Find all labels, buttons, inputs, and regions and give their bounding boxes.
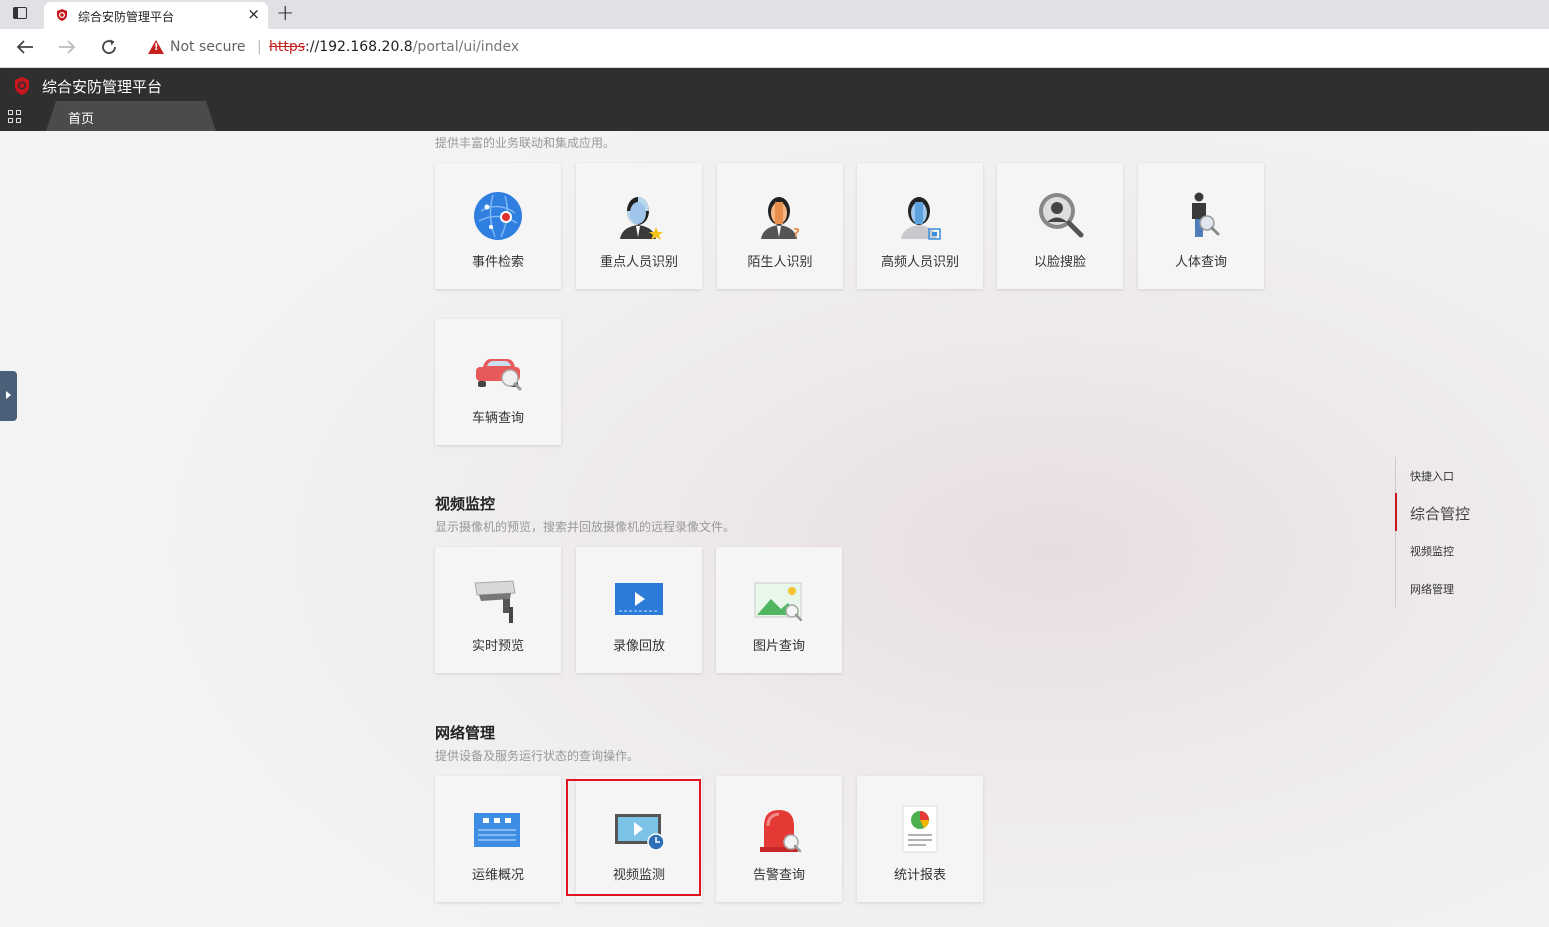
card-label: 以脸搜脸: [1033, 255, 1086, 270]
vehicle-search-icon: [476, 359, 522, 391]
url-host: ://192.168.20.8: [305, 39, 413, 55]
browser-tab[interactable]: 综合安防管理平台 ×: [44, 2, 268, 29]
card-event-search[interactable]: 事件检索: [435, 163, 561, 289]
camera-icon: [474, 580, 516, 623]
playback-icon: [615, 583, 663, 615]
new-tab-icon[interactable]: +: [276, 1, 294, 26]
section-video-desc: 显示摄像机的预览，搜索并回放摄像机的远程录像文件。: [435, 520, 736, 534]
picture-icon: [754, 582, 803, 622]
card-body-search[interactable]: 人体查询: [1138, 163, 1264, 289]
report-icon: [902, 805, 938, 853]
back-arrow-icon[interactable]: [16, 39, 34, 55]
section-integrated-desc: 提供丰富的业务联动和集成应用。: [435, 136, 616, 150]
app-menu-grid-icon[interactable]: [8, 110, 22, 124]
tab-search-icon[interactable]: [13, 7, 27, 19]
separator: |: [257, 39, 262, 55]
security-label[interactable]: Not secure: [170, 39, 246, 55]
svg-text:?: ?: [793, 226, 800, 240]
section-network-desc: 提供设备及服务运行状态的查询操作。: [435, 749, 640, 763]
card-picture-search[interactable]: 图片查询: [716, 547, 842, 673]
alarm-icon: [760, 810, 802, 853]
face-search-icon: [1039, 193, 1084, 238]
card-vehicle-search[interactable]: 车辆查询: [435, 319, 561, 445]
card-label: 统计报表: [893, 868, 946, 883]
app-logo-icon: [15, 77, 29, 95]
card-label: 实时预览: [471, 639, 524, 654]
quick-nav-network[interactable]: 网络管理: [1410, 581, 1454, 597]
frequent-person-icon: [901, 197, 941, 240]
app-title: 综合安防管理平台: [42, 78, 163, 96]
card-alarm-search[interactable]: 告警查询: [716, 776, 842, 902]
tab-home-label: 首页: [68, 112, 95, 127]
app-header: 综合安防管理平台 首页: [0, 68, 1549, 131]
card-label: 高频人员识别: [880, 255, 959, 270]
quick-nav-video[interactable]: 视频监控: [1410, 543, 1454, 559]
tab-home[interactable]: 首页: [46, 101, 216, 131]
card-label: 人体查询: [1174, 255, 1227, 270]
quick-nav-active-indicator: [1395, 493, 1397, 531]
card-stats-report[interactable]: 统计报表: [857, 776, 983, 902]
selection-highlight: [566, 779, 701, 896]
quick-nav-integrated[interactable]: 综合管控: [1410, 503, 1470, 524]
app-favicon-icon: [57, 9, 67, 21]
key-person-icon: [620, 197, 663, 240]
quick-nav: 快捷入口 综合管控 视频监控 网络管理: [1395, 457, 1506, 607]
card-label: 车辆查询: [471, 411, 524, 426]
body-search-icon: [1192, 192, 1220, 237]
card-frequent-person[interactable]: 高频人员识别: [857, 163, 983, 289]
address-bar: ! Not secure | https://192.168.20.8/port…: [0, 29, 1549, 68]
stranger-icon: ?: [761, 197, 800, 240]
card-playback[interactable]: 录像回放: [576, 547, 702, 673]
forward-arrow-icon[interactable]: [58, 39, 76, 55]
card-label: 运维概况: [471, 868, 524, 883]
reload-icon[interactable]: [100, 38, 118, 56]
card-label: 重点人员识别: [599, 255, 678, 270]
card-label: 告警查询: [752, 868, 805, 883]
section-network-title: 网络管理: [435, 724, 496, 742]
card-live-preview[interactable]: 实时预览: [435, 547, 561, 673]
card-stranger[interactable]: ? 陌生人识别: [717, 163, 843, 289]
browser-tab-strip: 综合安防管理平台 × +: [0, 0, 1549, 29]
card-label: 录像回放: [612, 639, 665, 654]
card-ops-overview[interactable]: 运维概况: [435, 776, 561, 902]
url-scheme: https: [269, 39, 306, 55]
card-label: 事件检索: [471, 255, 524, 270]
url-path: /portal/ui/index: [412, 39, 520, 55]
side-panel-toggle[interactable]: [0, 371, 17, 421]
ops-overview-icon: [474, 813, 520, 847]
tab-close-icon[interactable]: ×: [247, 5, 260, 23]
card-face-search[interactable]: 以脸搜脸: [997, 163, 1123, 289]
card-label: 图片查询: [752, 639, 805, 654]
card-label: 陌生人识别: [747, 255, 813, 270]
tab-title: 综合安防管理平台: [78, 10, 175, 24]
url-field[interactable]: ! Not secure | https://192.168.20.8/port…: [136, 33, 1549, 63]
url-text: https://192.168.20.8/portal/ui/index: [269, 39, 519, 55]
quick-nav-shortcut[interactable]: 快捷入口: [1410, 468, 1454, 484]
section-video-title: 视频监控: [435, 495, 496, 513]
warning-icon: !: [148, 40, 164, 54]
event-search-icon: [474, 192, 522, 240]
card-key-person[interactable]: 重点人员识别: [576, 163, 702, 289]
